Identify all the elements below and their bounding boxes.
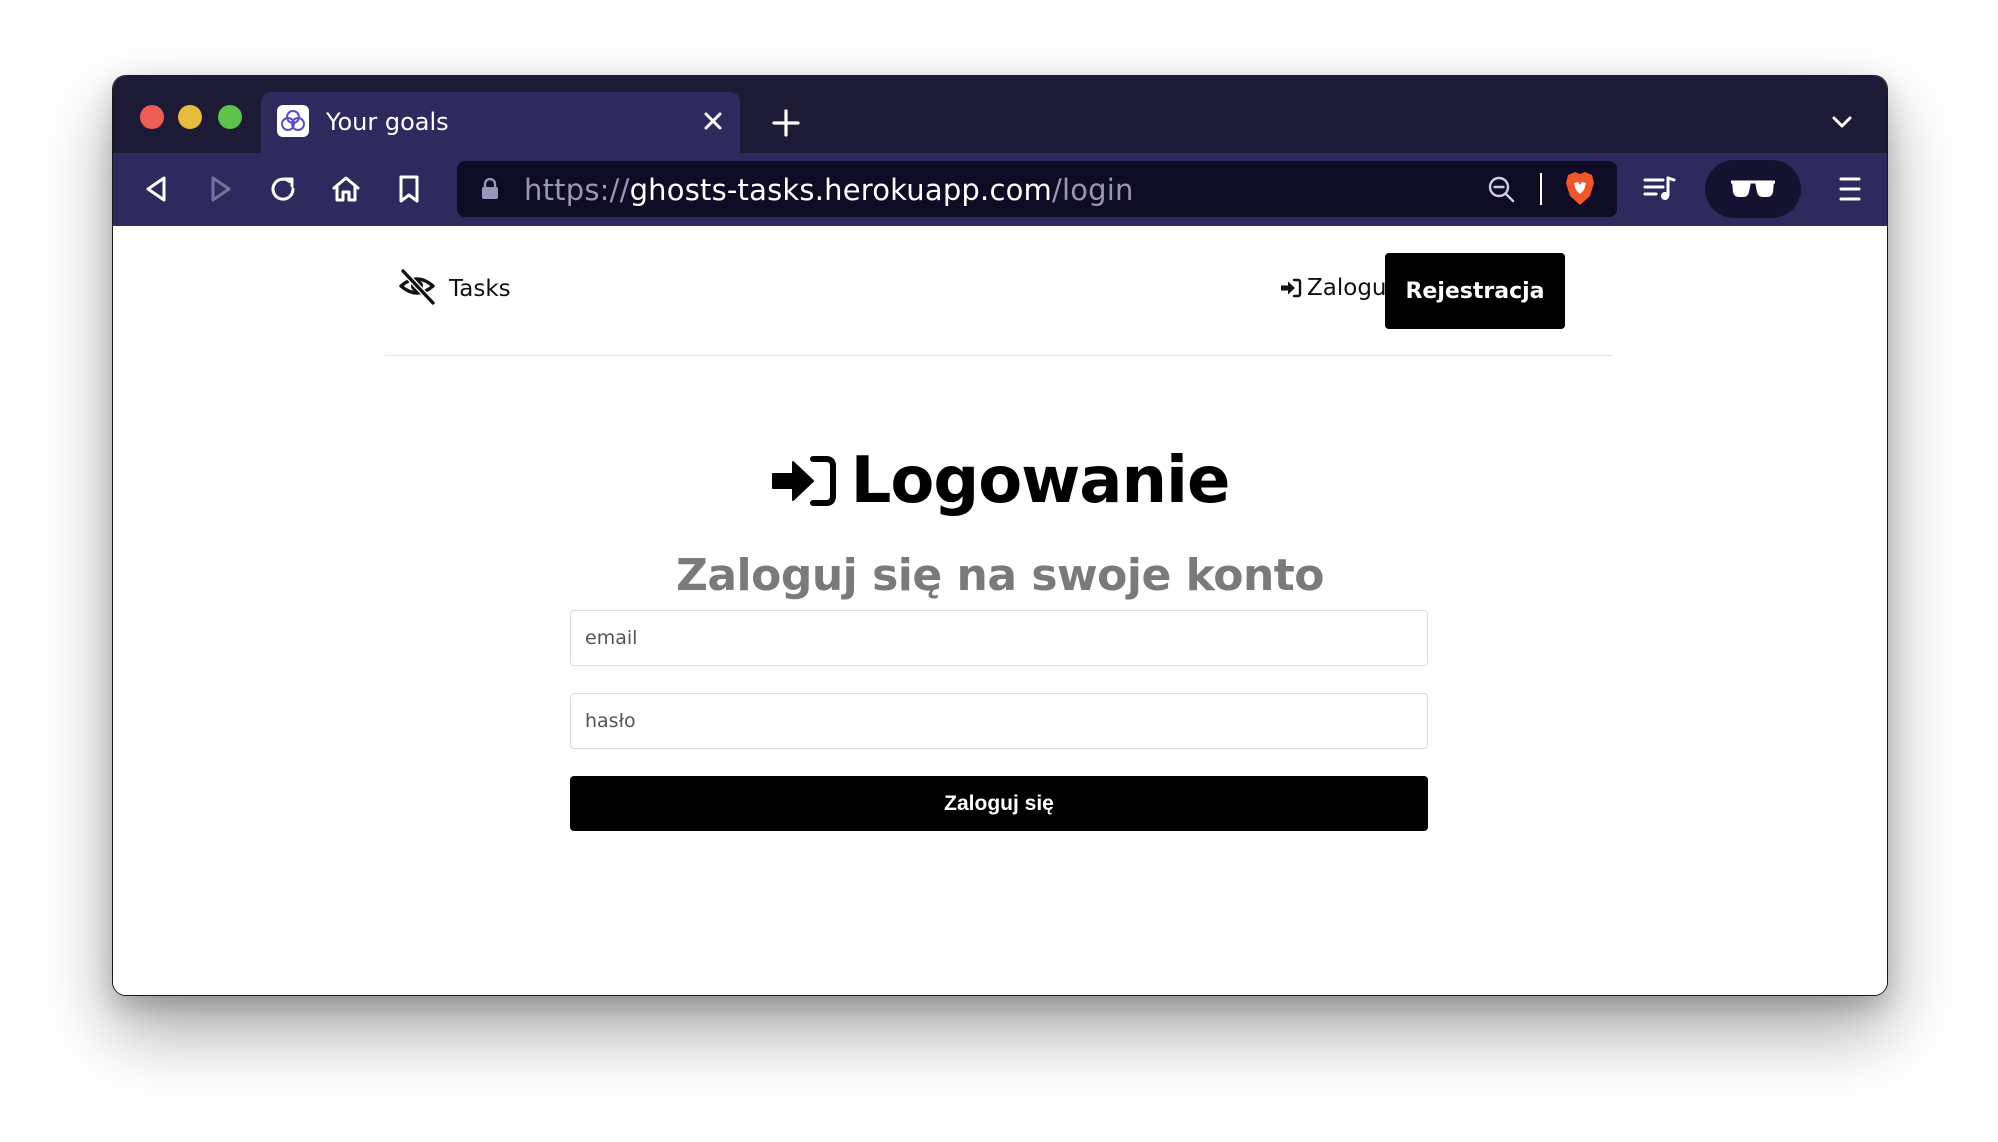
url-path: /login <box>1052 173 1134 207</box>
url-divider <box>1540 173 1542 205</box>
sign-in-icon <box>1281 278 1302 298</box>
web-page: Tasks Zaloguj Rejestracja Logowanie Zalo… <box>113 226 1887 995</box>
favicon-icon <box>277 105 309 137</box>
login-submit-button[interactable]: Zaloguj się <box>570 776 1428 831</box>
playlist-icon[interactable] <box>1640 170 1678 208</box>
page-title: Logowanie <box>113 441 1887 521</box>
chevron-down-icon[interactable] <box>1829 111 1855 133</box>
bookmark-icon[interactable] <box>390 170 428 208</box>
password-field[interactable] <box>570 693 1428 749</box>
eye-slash-icon[interactable] <box>397 266 437 306</box>
tab-title: Your goals <box>326 108 449 136</box>
page-subtitle: Zaloguj się na swoje konto <box>675 550 1325 601</box>
maximize-window-button[interactable] <box>218 105 242 129</box>
tab-close-icon[interactable] <box>698 106 728 136</box>
site-navbar: Tasks Zaloguj Rejestracja <box>385 226 1613 356</box>
new-tab-plus-icon[interactable] <box>769 106 803 140</box>
brave-shield-icon[interactable] <box>1563 170 1597 208</box>
register-button[interactable]: Rejestracja <box>1385 253 1565 329</box>
home-icon[interactable] <box>327 170 365 208</box>
nav-login-link[interactable]: Zaloguj <box>1279 273 1393 303</box>
sign-in-icon <box>771 456 836 506</box>
reload-icon[interactable] <box>264 170 302 208</box>
browser-window: Your goals https://ghosts-tasks.herokuap… <box>112 75 1888 996</box>
url-host: ghosts-tasks.herokuapp.com <box>629 173 1052 207</box>
browser-toolbar: https://ghosts-tasks.herokuapp.com/login <box>113 153 1887 226</box>
minimize-window-button[interactable] <box>178 105 202 129</box>
forward-arrow-icon[interactable] <box>201 170 239 208</box>
hamburger-menu-icon[interactable] <box>1831 170 1869 208</box>
page-title-text: Logowanie <box>850 444 1231 518</box>
lock-icon[interactable] <box>481 177 499 200</box>
close-window-button[interactable] <box>140 105 164 129</box>
tab-strip: Your goals <box>113 76 1887 153</box>
url-text[interactable]: https://ghosts-tasks.herokuapp.com/login <box>524 173 1134 207</box>
brand-name[interactable]: Tasks <box>449 276 511 302</box>
email-field[interactable] <box>570 610 1428 666</box>
url-bar[interactable]: https://ghosts-tasks.herokuapp.com/login <box>457 161 1617 217</box>
nav-login-label: Zaloguj <box>1307 275 1393 301</box>
zoom-out-icon[interactable] <box>1485 173 1517 205</box>
sunglasses-icon[interactable] <box>1705 160 1801 218</box>
tab-your-goals[interactable]: Your goals <box>261 92 740 153</box>
back-arrow-icon[interactable] <box>138 170 176 208</box>
url-scheme: https:// <box>524 173 630 207</box>
